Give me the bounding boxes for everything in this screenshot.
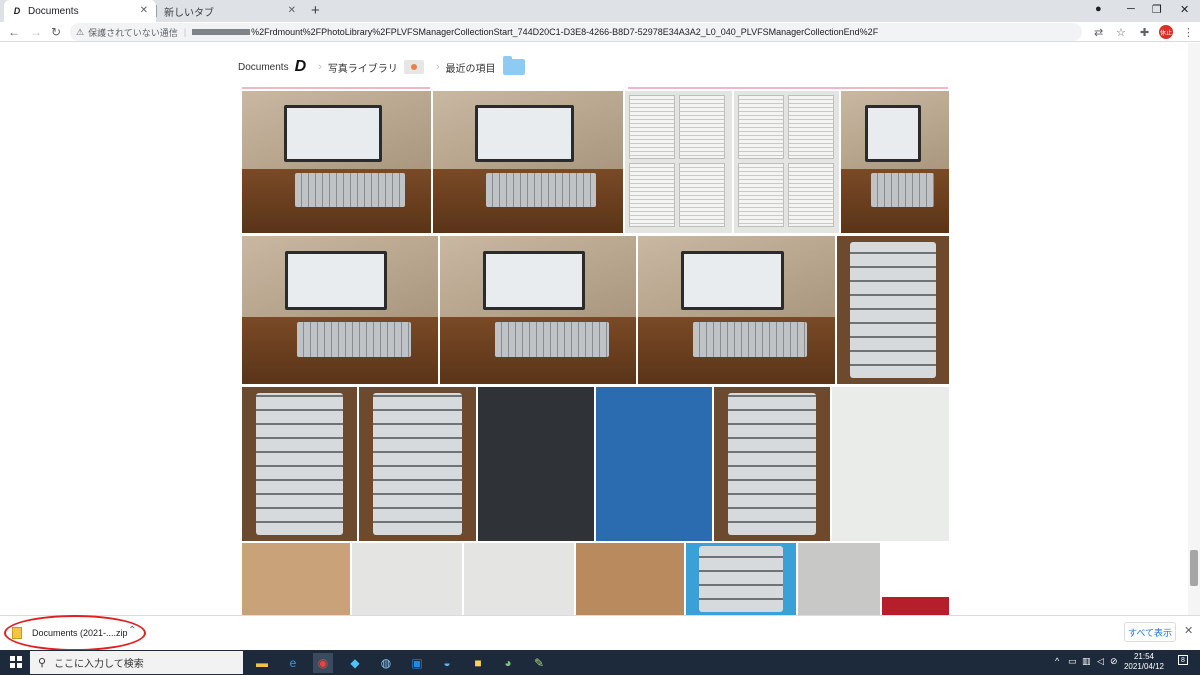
- breadcrumb-recent-items[interactable]: 最近の項目: [445, 56, 526, 75]
- photo-grid: [0, 43, 1200, 615]
- scrollbar-thumb[interactable]: [1190, 550, 1198, 586]
- notification-count: 8: [1178, 655, 1188, 665]
- outlook-icon[interactable]: ▣: [407, 653, 427, 673]
- photo-thumbnail[interactable]: [832, 387, 949, 541]
- address-bar[interactable]: ⚠ 保護されていない通信 | %2Frdmount%2FPhotoLibrary…: [70, 23, 1082, 41]
- photo-thumbnail[interactable]: [576, 543, 684, 615]
- app-icon[interactable]: ◆: [345, 653, 365, 673]
- close-icon[interactable]: ✕: [288, 5, 296, 16]
- chevron-right-icon: ›: [318, 61, 322, 73]
- warning-icon[interactable]: ⚠: [76, 27, 84, 38]
- bookmark-star-icon[interactable]: ☆: [1116, 26, 1126, 39]
- window-close-icon[interactable]: ✕: [1180, 3, 1189, 16]
- notification-center-icon[interactable]: 8: [1178, 654, 1188, 665]
- scrollbar-track[interactable]: [1188, 43, 1200, 615]
- security-label[interactable]: 保護されていない通信: [88, 26, 178, 39]
- tab-new[interactable]: 新しいタブ ✕: [156, 0, 304, 22]
- photo-thumbnail[interactable]: [596, 387, 712, 541]
- photo-thumbnail[interactable]: [352, 543, 462, 615]
- file-explorer-icon[interactable]: ▬: [252, 653, 272, 673]
- battery-icon[interactable]: ▭: [1068, 656, 1077, 667]
- onedrive-icon[interactable]: ⊘: [1110, 656, 1118, 667]
- new-tab-icon[interactable]: +: [311, 2, 320, 19]
- photo-thumbnail[interactable]: [440, 236, 636, 384]
- folder-icon: [503, 56, 526, 75]
- photo-thumbnail[interactable]: [714, 387, 830, 541]
- sticky-notes-icon[interactable]: ■: [468, 653, 488, 673]
- clock-time: 21:54: [1133, 652, 1155, 661]
- chevron-up-icon[interactable]: ^: [1055, 656, 1059, 666]
- photo-thumbnail[interactable]: [433, 91, 623, 233]
- globe-icon[interactable]: ◍: [376, 653, 396, 673]
- redacted-url-segment: [192, 29, 251, 35]
- internet-explorer-icon[interactable]: e: [283, 653, 303, 673]
- photo-thumbnail[interactable]: [242, 387, 357, 541]
- breadcrumb-label: 写真ライブラリ: [327, 63, 398, 75]
- annotation-circle: [4, 615, 146, 651]
- url-text: %2Frdmount%2FPhotoLibrary%2FPLVFSManager…: [251, 27, 879, 37]
- forward-icon[interactable]: →: [30, 25, 42, 39]
- photo-thumbnail[interactable]: [638, 236, 835, 384]
- breadcrumb-label: Documents: [238, 61, 289, 73]
- taskbar-search-box[interactable]: ⚲ ここに入力して検索: [30, 651, 243, 674]
- volume-icon[interactable]: ◁: [1097, 656, 1104, 667]
- documents-favicon-icon: D: [13, 6, 21, 16]
- documents-logo-icon: D: [294, 58, 307, 75]
- photo-edge: [628, 87, 948, 89]
- windows-start-icon[interactable]: [10, 656, 22, 668]
- photo-thumbnail[interactable]: [242, 91, 431, 233]
- app-icon[interactable]: ◕: [498, 653, 518, 673]
- breadcrumb: Documents D › 写真ライブラリ › 最近の項目: [238, 56, 526, 77]
- chrome-icon[interactable]: ◉: [313, 653, 333, 673]
- app-icon[interactable]: ◒: [437, 653, 457, 673]
- photo-thumbnail[interactable]: [882, 543, 949, 615]
- photo-thumbnail[interactable]: [478, 387, 594, 541]
- taskbar-clock[interactable]: 21:54 2021/04/12: [1122, 652, 1166, 672]
- chevron-right-icon: ›: [435, 61, 440, 73]
- photo-thumbnail[interactable]: [625, 91, 732, 233]
- show-all-downloads-button[interactable]: すべて表示: [1124, 622, 1176, 642]
- minimize-icon[interactable]: ─: [1127, 3, 1135, 15]
- back-icon[interactable]: ←: [8, 25, 20, 39]
- breadcrumb-photo-library[interactable]: 写真ライブラリ: [328, 60, 424, 75]
- network-icon[interactable]: ▥: [1082, 656, 1091, 667]
- tab-search-icon[interactable]: ●: [1095, 3, 1102, 15]
- profile-avatar[interactable]: 休止: [1159, 25, 1173, 39]
- photo-thumbnail[interactable]: [837, 236, 949, 384]
- profile-badge-text: 休止: [1159, 30, 1172, 37]
- restore-icon[interactable]: ❐: [1152, 3, 1162, 16]
- translate-icon[interactable]: ⇄: [1094, 26, 1103, 39]
- photos-app-icon: [403, 60, 424, 74]
- reload-icon[interactable]: ↻: [51, 25, 61, 39]
- search-icon: ⚲: [38, 657, 47, 669]
- photo-thumbnail[interactable]: [242, 236, 438, 384]
- photo-thumbnail[interactable]: [798, 543, 880, 615]
- extensions-icon[interactable]: ✚: [1140, 26, 1149, 39]
- documents-file-browser: Documents D › 写真ライブラリ › 最近の項目: [0, 43, 1200, 615]
- separator: |: [183, 27, 187, 37]
- photo-thumbnail[interactable]: [242, 543, 350, 615]
- show-all-label: すべて表示: [1127, 627, 1172, 638]
- clock-date: 2021/04/12: [1123, 662, 1165, 671]
- download-shelf: [0, 615, 1200, 650]
- paint-icon[interactable]: ✎: [529, 653, 549, 673]
- photo-thumbnail[interactable]: [359, 387, 476, 541]
- breadcrumb-label: 最近の項目: [445, 63, 496, 75]
- menu-icon[interactable]: ⋮: [1183, 26, 1194, 39]
- search-placeholder: ここに入力して検索: [54, 659, 144, 670]
- photo-edge: [242, 87, 430, 89]
- photo-thumbnail[interactable]: [734, 91, 839, 233]
- tab-label: 新しいタブ: [164, 7, 214, 19]
- close-icon[interactable]: ✕: [140, 5, 148, 16]
- photo-thumbnail[interactable]: [464, 543, 574, 615]
- tab-label: Documents: [28, 5, 79, 17]
- photo-thumbnail[interactable]: [841, 91, 949, 233]
- photo-thumbnail[interactable]: [686, 543, 796, 615]
- close-shelf-icon[interactable]: ✕: [1184, 624, 1193, 637]
- tab-documents[interactable]: D Documents ✕: [4, 0, 156, 22]
- breadcrumb-documents[interactable]: Documents D: [238, 58, 306, 76]
